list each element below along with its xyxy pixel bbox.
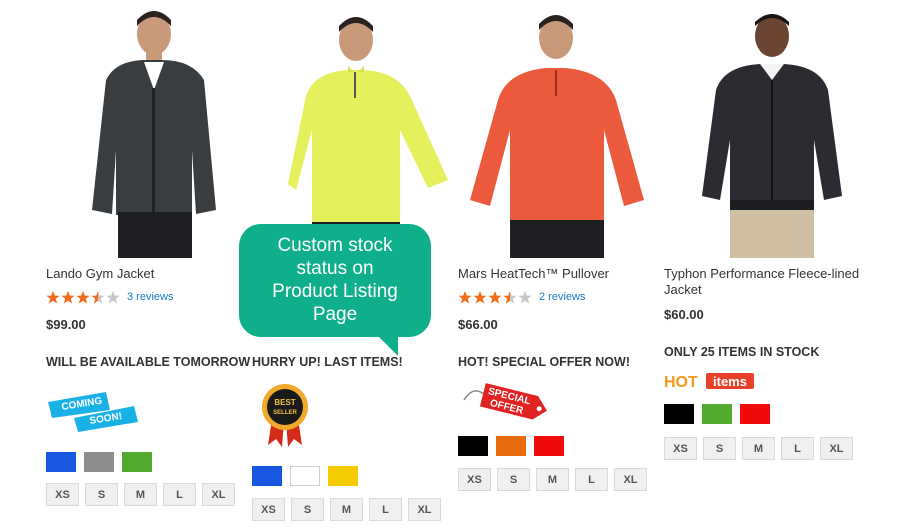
size-option-xs[interactable]: XS [664, 437, 697, 460]
callout-tail [376, 334, 398, 356]
hot-items-badge: HOT items [664, 371, 756, 396]
size-options: XS S M L XL [252, 498, 447, 521]
product-price: $66.00 [458, 317, 498, 332]
best-seller-badge: BEST SELLER [260, 383, 310, 454]
star-icon [488, 290, 502, 304]
product-image[interactable] [664, 0, 860, 258]
special-offer-badge: SPECIAL OFFER [460, 378, 550, 431]
coming-soon-badge: COMING SOON! [46, 388, 142, 439]
size-option-m[interactable]: M [124, 483, 157, 506]
size-option-l[interactable]: L [369, 498, 402, 521]
color-swatch-red[interactable] [534, 436, 564, 456]
size-option-xl[interactable]: XL [820, 437, 853, 460]
color-swatch-blue[interactable] [252, 466, 282, 486]
star-icon [46, 290, 60, 304]
color-swatch-blue[interactable] [46, 452, 76, 472]
size-options: XS S M L XL [458, 468, 653, 491]
badge-text-line2: items [713, 374, 747, 389]
size-option-l[interactable]: L [781, 437, 814, 460]
stock-status: HOT! SPECIAL OFFER NOW! [458, 355, 630, 369]
color-swatch-gray[interactable] [84, 452, 114, 472]
size-option-s[interactable]: S [497, 468, 530, 491]
rating-stars [46, 290, 121, 304]
size-option-xs[interactable]: XS [458, 468, 491, 491]
color-swatch-black[interactable] [458, 436, 488, 456]
color-swatch-white[interactable] [290, 466, 320, 486]
size-option-s[interactable]: S [85, 483, 118, 506]
callout-text: Custom stock status on Product Listing P… [272, 235, 398, 325]
color-swatch-black[interactable] [664, 404, 694, 424]
product-image[interactable] [252, 0, 448, 258]
size-option-s[interactable]: S [291, 498, 324, 521]
badge-text-line1: HOT [664, 374, 698, 391]
rating-stars [458, 290, 533, 304]
size-option-xs[interactable]: XS [252, 498, 285, 521]
color-swatch-yellow[interactable] [328, 466, 358, 486]
product-image[interactable] [46, 0, 242, 258]
product-name[interactable]: Mars HeatTech™ Pullover [458, 266, 654, 282]
size-options: XS S M L XL [46, 483, 241, 506]
badge-text-line2: SELLER [273, 410, 297, 416]
size-option-l[interactable]: L [575, 468, 608, 491]
star-icon [61, 290, 75, 304]
color-swatches [458, 436, 572, 456]
color-swatches [46, 452, 160, 472]
size-option-l[interactable]: L [163, 483, 196, 506]
reviews-link[interactable]: 2 reviews [539, 291, 585, 303]
star-icon [473, 290, 487, 304]
size-option-m[interactable]: M [742, 437, 775, 460]
product-rating: 3 reviews [46, 290, 173, 304]
size-option-xl[interactable]: XL [202, 483, 235, 506]
product-name[interactable]: Lando Gym Jacket [46, 266, 242, 282]
star-empty-icon [518, 290, 532, 304]
product-rating: 2 reviews [458, 290, 585, 304]
reviews-link[interactable]: 3 reviews [127, 291, 173, 303]
size-option-xl[interactable]: XL [408, 498, 441, 521]
product-image[interactable] [458, 0, 654, 258]
size-options: XS S M L XL [664, 437, 859, 460]
star-empty-icon [106, 290, 120, 304]
size-option-xl[interactable]: XL [614, 468, 647, 491]
star-icon [458, 290, 472, 304]
product-price: $99.00 [46, 317, 86, 332]
product-price: $60.00 [664, 307, 704, 322]
size-option-m[interactable]: M [536, 468, 569, 491]
color-swatch-orange[interactable] [496, 436, 526, 456]
star-half-icon [91, 290, 105, 304]
badge-text-line1: BEST [274, 398, 295, 407]
size-option-m[interactable]: M [330, 498, 363, 521]
size-option-s[interactable]: S [703, 437, 736, 460]
color-swatches [664, 404, 778, 424]
stock-status: WILL BE AVAILABLE TOMORROW [46, 355, 251, 369]
color-swatch-green[interactable] [122, 452, 152, 472]
product-name[interactable]: Typhon Performance Fleece-lined Jacket [664, 266, 860, 298]
stock-status: ONLY 25 ITEMS IN STOCK [664, 345, 820, 359]
size-option-xs[interactable]: XS [46, 483, 79, 506]
star-half-icon [503, 290, 517, 304]
color-swatch-red[interactable] [740, 404, 770, 424]
color-swatches [252, 466, 366, 486]
color-swatch-green[interactable] [702, 404, 732, 424]
star-icon [76, 290, 90, 304]
